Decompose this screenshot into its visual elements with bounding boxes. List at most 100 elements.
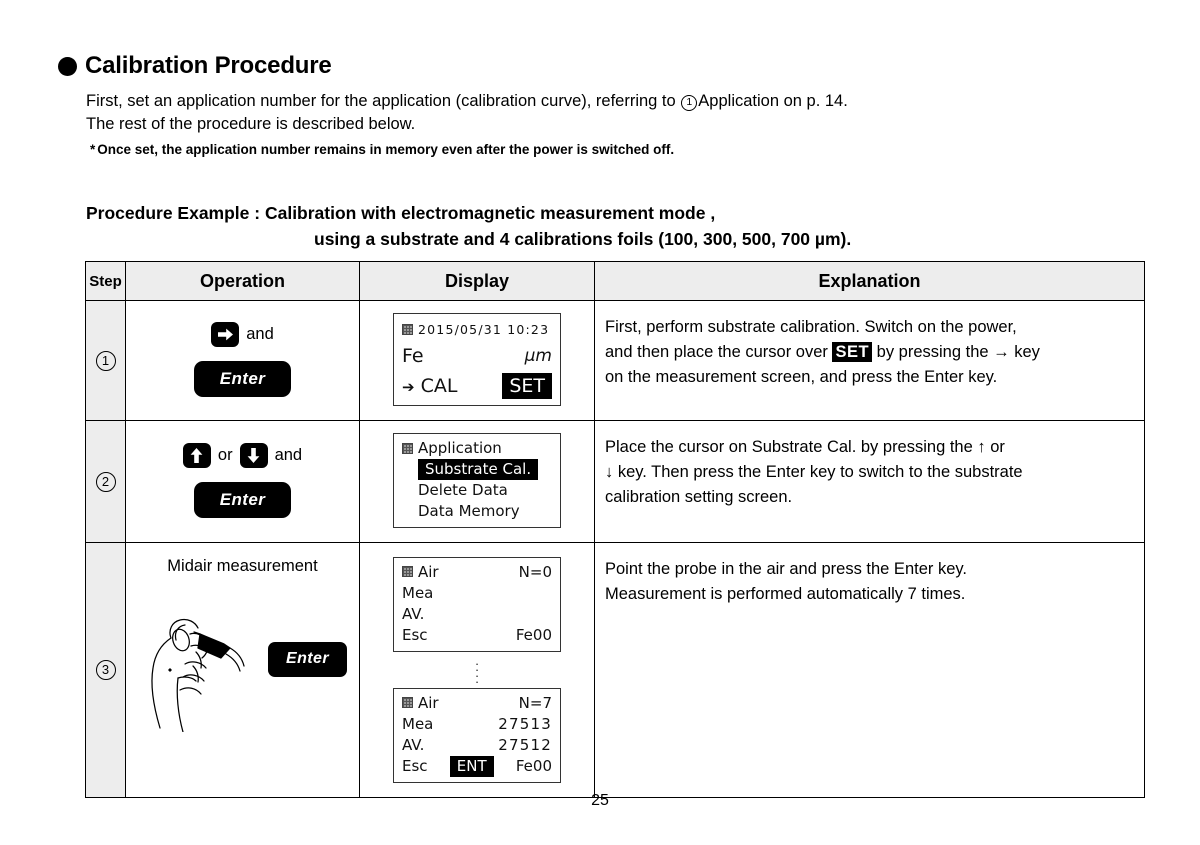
table-row: 1 and Enter 2015/05/31 10:23 Fe µm ➔ CAL… xyxy=(85,300,1145,421)
lcd-menu-item-row[interactable]: Delete Data xyxy=(402,480,552,501)
intro-line-1: First, set an application number for the… xyxy=(86,90,1146,113)
arrow-up-key-icon[interactable] xyxy=(182,443,211,468)
step-number-badge: 3 xyxy=(95,660,116,680)
vertical-ellipsis-icon: .... xyxy=(475,653,479,686)
lcd-menu-item-row[interactable]: Data Memory xyxy=(402,501,552,522)
enter-key-button[interactable]: Enter xyxy=(193,482,292,518)
note-asterisk-icon: * xyxy=(90,142,96,157)
lcd-title-group: Air xyxy=(402,562,439,583)
lcd-esc-button[interactable]: Esc xyxy=(402,625,428,646)
hand-holding-probe-illustration xyxy=(138,582,258,737)
lcd-title-group: Air xyxy=(402,693,439,714)
explanation-line-2: and then place the cursor over SET by pr… xyxy=(605,340,1132,365)
enter-key-button[interactable]: Enter xyxy=(268,642,347,677)
lcd-mea-label: Mea xyxy=(402,584,434,602)
lcd-menu-item-label-selected: Substrate Cal. xyxy=(418,459,539,480)
operation-cell: and Enter xyxy=(125,300,360,421)
table-row: 3 Midair measurement Enter Air N=0 Mea A… xyxy=(85,542,1145,798)
explanation-line-3: on the measurement screen, and press the… xyxy=(605,368,998,386)
battery-icon xyxy=(402,566,413,577)
lcd-av-label: AV. xyxy=(402,605,425,623)
lcd-menu-item-label: Application xyxy=(418,439,502,457)
lcd-av-label: AV. xyxy=(402,736,425,754)
circled-number-icon: 1 xyxy=(681,95,698,111)
lcd-status-bar: 2015/05/31 10:23 xyxy=(402,319,552,339)
column-header-explanation: Explanation xyxy=(594,261,1145,301)
explanation-line-2-before: and then place the cursor over xyxy=(605,343,833,361)
lcd-count-label: N=0 xyxy=(518,563,552,581)
filled-circle-icon xyxy=(58,56,77,76)
column-header-operation: Operation xyxy=(125,261,360,301)
display-cell: Air N=0 Mea AV. Esc Fe00 . . . . Air N=7… xyxy=(359,542,595,798)
explanation-line-3: calibration setting screen. xyxy=(605,488,793,506)
explanation-cell: First, perform substrate calibration. Sw… xyxy=(594,300,1145,421)
intro-line-1-after: Application on p. 14. xyxy=(698,92,848,110)
lcd-unit-label: µm xyxy=(524,345,552,366)
lcd-mea-row: Mea 27513 xyxy=(402,714,552,735)
lcd-av-row: AV. xyxy=(402,604,552,625)
step-number-badge: 2 xyxy=(95,471,116,492)
lcd-menu-item-label: Delete Data xyxy=(418,481,508,499)
lcd-fe-label: Fe00 xyxy=(515,757,552,775)
column-header-step: Step xyxy=(85,261,126,301)
lcd-bottom-row: ➔ CAL SET xyxy=(402,373,552,399)
lcd-av-row: AV. 27512 xyxy=(402,735,552,756)
lcd-esc-button[interactable]: Esc xyxy=(402,756,428,777)
explanation-line-1: Point the probe in the air and press the… xyxy=(605,560,967,578)
procedure-title-line-1: Procedure Example : Calibration with ele… xyxy=(86,203,716,223)
explanation-line-1: First, perform substrate calibration. Sw… xyxy=(605,318,1017,336)
lcd-softkey-row: Esc Fe00 xyxy=(402,625,552,646)
arrow-right-key-icon[interactable] xyxy=(211,322,240,347)
lcd-main-row: Fe µm xyxy=(402,339,552,373)
step-cell: 3 xyxy=(85,542,126,798)
step-cell: 2 xyxy=(85,420,126,543)
lcd-menu-item-row[interactable]: Application xyxy=(402,438,552,459)
step-number-badge: 1 xyxy=(95,350,116,371)
explanation-line-2: Measurement is performed automatically 7… xyxy=(605,585,966,603)
table-header-row: Step Operation Display Explanation xyxy=(85,261,1145,301)
lcd-cal-label: CAL xyxy=(420,375,458,397)
lcd-screen: Application Substrate Cal. Delete Data D… xyxy=(393,433,561,528)
lcd-screen: 2015/05/31 10:23 Fe µm ➔ CAL SET xyxy=(393,313,561,406)
step-cell: 1 xyxy=(85,300,126,421)
explanation-cell: Place the cursor on Substrate Cal. by pr… xyxy=(594,420,1145,543)
explanation-line-2-after: by pressing the → key xyxy=(872,343,1040,361)
enter-key-row: Enter xyxy=(132,482,353,518)
procedure-table: Step Operation Display Explanation 1 and xyxy=(85,261,1145,798)
conjunction-and-label: and xyxy=(246,325,274,344)
enter-key-row: Enter xyxy=(132,361,353,397)
cursor-arrow-icon: ➔ xyxy=(402,378,415,396)
enter-key-button[interactable]: Enter xyxy=(193,361,292,397)
lcd-mea-label: Mea xyxy=(402,715,434,733)
page-number: 25 xyxy=(591,792,609,809)
operation-cell: Midair measurement Enter xyxy=(125,542,360,798)
arrow-down-key-icon[interactable] xyxy=(239,443,268,468)
lcd-set-button[interactable]: SET xyxy=(502,373,552,399)
page-heading: Calibration Procedure xyxy=(58,54,332,78)
intro-line-1-before: First, set an application number for the… xyxy=(86,92,681,110)
lcd-mea-row: Mea xyxy=(402,583,552,604)
intro-block: First, set an application number for the… xyxy=(86,90,1146,160)
explanation-cell: Point the probe in the air and press the… xyxy=(594,542,1145,798)
column-header-display: Display xyxy=(359,261,595,301)
lcd-fe-label: Fe00 xyxy=(515,626,552,644)
lcd-softkey-row: Esc ENT Fe00 xyxy=(402,756,552,777)
lcd-ent-button[interactable]: ENT xyxy=(449,756,494,777)
display-cell: 2015/05/31 10:23 Fe µm ➔ CAL SET xyxy=(359,300,595,421)
lcd-title-row: Air N=0 xyxy=(402,562,552,583)
battery-icon xyxy=(402,697,413,708)
lcd-menu-item-row-selected[interactable]: Substrate Cal. xyxy=(402,459,552,480)
key-sequence-row: or and xyxy=(132,443,353,468)
procedure-example-title: Procedure Example : Calibration with ele… xyxy=(86,200,1146,252)
note-text: Once set, the application number remains… xyxy=(97,142,675,157)
page-title: Calibration Procedure xyxy=(85,52,332,79)
operation-cell: or and Enter xyxy=(125,420,360,543)
intro-line-2: The rest of the procedure is described b… xyxy=(86,115,416,133)
lcd-material-label: Fe xyxy=(402,345,424,367)
lcd-av-value: 27512 xyxy=(498,736,552,754)
battery-icon xyxy=(402,443,413,454)
battery-icon xyxy=(402,323,413,335)
inline-set-highlight: SET xyxy=(832,342,873,362)
conjunction-or-label: or xyxy=(217,446,233,465)
display-cell: Application Substrate Cal. Delete Data D… xyxy=(359,420,595,543)
